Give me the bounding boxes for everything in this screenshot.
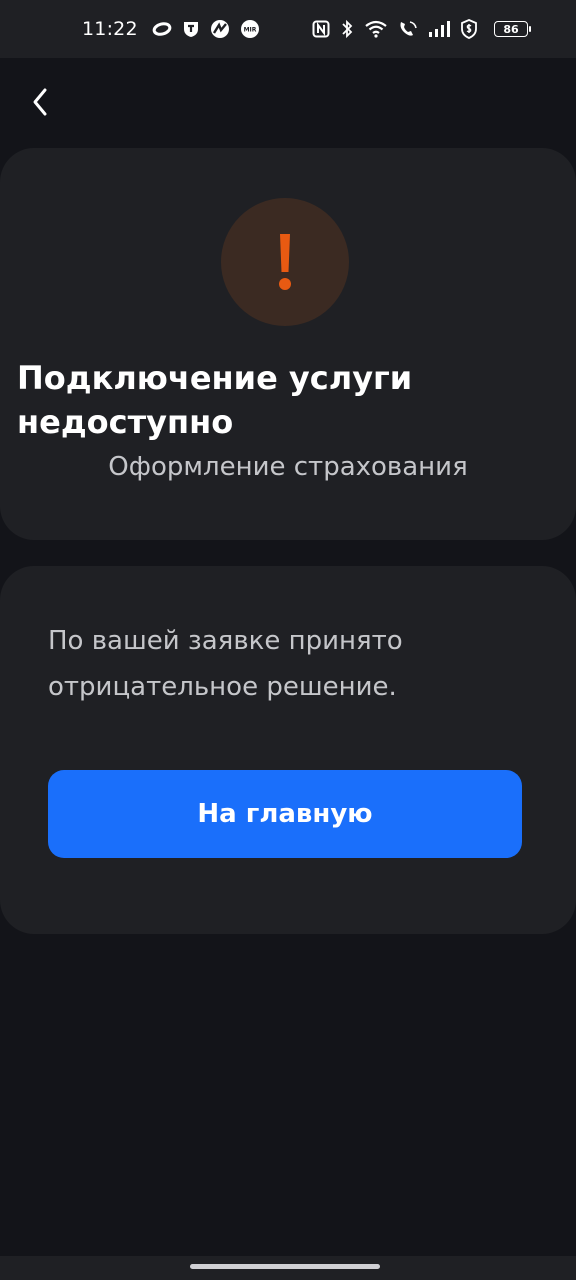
warning-badge — [221, 198, 349, 326]
wifi-icon — [364, 20, 388, 38]
decision-message: По вашей заявке принято отрицательное ре… — [48, 626, 403, 702]
t-shield-icon — [182, 20, 200, 38]
status-right: 86 — [312, 19, 531, 39]
page-title: Подключение услуги недоступно — [17, 359, 413, 441]
back-button[interactable] — [18, 80, 62, 124]
service-subtitle: Оформление страхования — [108, 452, 468, 482]
go-home-button[interactable]: На главную — [48, 770, 522, 858]
chevron-left-icon — [33, 88, 47, 116]
home-indicator[interactable] — [190, 1264, 380, 1269]
screen: 11:22 MIR 86 Подключение услуги недоступ… — [0, 0, 576, 1280]
call-icon — [398, 20, 418, 38]
bluetooth-icon — [340, 19, 354, 39]
mir-icon: MIR — [240, 19, 260, 39]
exclamation-icon — [279, 234, 291, 290]
ring-icon — [152, 22, 172, 36]
status-time: 11:22 — [82, 18, 138, 40]
bolt-app-icon — [210, 19, 230, 39]
dollar-shield-icon — [460, 19, 478, 39]
battery-indicator: 86 — [494, 21, 531, 37]
status-left: 11:22 MIR — [82, 18, 260, 40]
mir-label: MIR — [243, 27, 256, 34]
signal-icon — [428, 21, 450, 37]
status-card: Подключение услуги недоступно Оформление… — [0, 148, 576, 540]
status-bar: 11:22 MIR 86 — [0, 0, 576, 58]
result-card: По вашей заявке принято отрицательное ре… — [0, 566, 576, 934]
navigation-bar — [0, 1256, 576, 1280]
nfc-icon — [312, 20, 330, 38]
